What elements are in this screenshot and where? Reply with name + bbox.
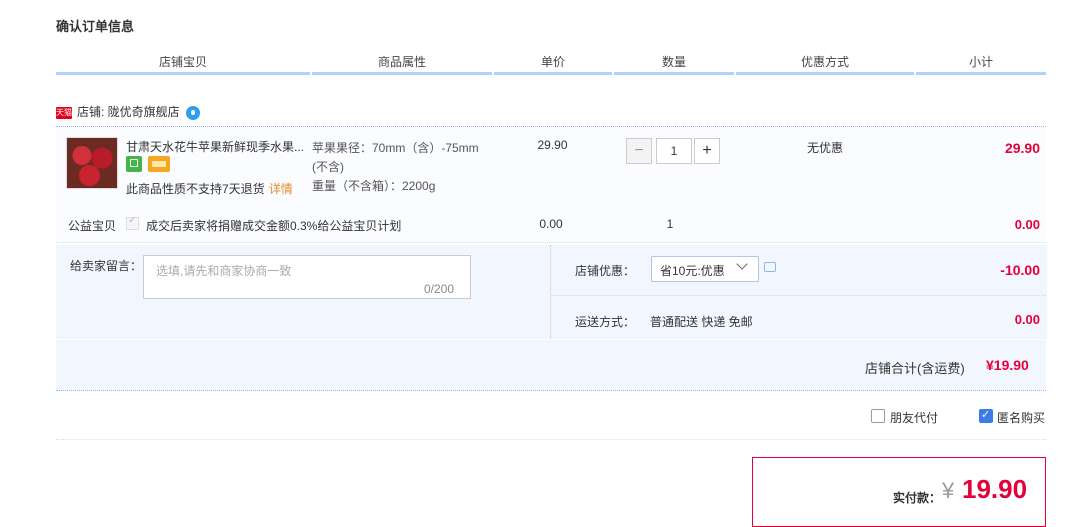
- item-subtotal: 29.90: [1004, 140, 1040, 156]
- quality-badge-icon: [126, 156, 142, 172]
- shop-discount-selected: 省10元:优惠: [660, 264, 725, 278]
- tmall-icon: 天猫: [56, 106, 72, 119]
- shop-row: 天猫 店铺: 陇优奇旗舰店: [56, 103, 200, 121]
- shipping-method: 普通配送 快递 免邮: [650, 315, 753, 329]
- col-header-promotion: 优惠方式: [736, 52, 914, 75]
- anonymous-label[interactable]: 匿名购买: [997, 409, 1045, 426]
- col-header-quantity: 数量: [614, 52, 734, 75]
- product-attributes: 苹果果径：70mm（含）-75mm (不含) 重量（不含箱）：2200g: [312, 139, 497, 196]
- friend-pay-checkbox[interactable]: [871, 409, 885, 423]
- shop-name[interactable]: 店铺: 陇优奇旗舰店: [77, 105, 180, 119]
- unit-price: 29.90: [537, 138, 568, 152]
- chevron-down-icon: [738, 262, 746, 270]
- payment-amount: 19.90: [962, 474, 1028, 504]
- charity-price: 0.00: [539, 217, 563, 231]
- attr-diameter-note: (不含): [312, 160, 344, 174]
- shop-discount-label: 店铺优惠：: [575, 264, 636, 278]
- wangwang-chat-icon[interactable]: [185, 105, 200, 120]
- attr-diameter: 苹果果径：70mm（含）-75mm: [312, 141, 479, 155]
- section-divider: [56, 439, 1046, 440]
- qty-minus-button[interactable]: −: [626, 138, 652, 164]
- message-char-counter: 0/200: [424, 282, 455, 296]
- product-thumbnail[interactable]: [66, 137, 118, 189]
- promotion-value: 无优惠: [806, 141, 843, 155]
- qty-plus-button[interactable]: +: [694, 138, 720, 164]
- anonymous-checkbox[interactable]: [979, 408, 993, 423]
- payment-currency: ¥: [942, 478, 955, 503]
- shop-total-label: 店铺合计(含运费): [865, 361, 965, 376]
- attr-weight: 重量（不含箱）：2200g: [312, 179, 436, 193]
- shop-total-amount: ¥19.90: [986, 357, 1029, 373]
- charity-label: 公益宝贝: [68, 219, 117, 233]
- charity-subtotal: 0.00: [1014, 217, 1040, 232]
- col-header-attributes: 商品属性: [312, 52, 492, 75]
- col-header-subtotal: 小计: [916, 52, 1046, 75]
- message-bubble-icon[interactable]: [764, 262, 776, 272]
- message-placeholder: 选填,请先和商家协商一致: [156, 264, 292, 278]
- charity-checkbox: [126, 215, 139, 230]
- no-return-notice: 此商品性质不支持7天退货 详情: [126, 180, 293, 197]
- detail-link[interactable]: 详情: [269, 182, 293, 196]
- charity-quantity: 1: [666, 217, 674, 231]
- product-name[interactable]: 甘肃天水花牛苹果新鲜现季水果...: [126, 138, 308, 155]
- no-return-text: 此商品性质不支持7天退货: [126, 182, 265, 196]
- shop-discount-amount: -10.00: [1000, 262, 1040, 278]
- payment-label: 实付款：: [893, 491, 942, 505]
- shipping-label: 运送方式：: [575, 315, 636, 329]
- charity-text: 成交后卖家将捐赠成交金额0.3%给公益宝贝计划: [146, 219, 402, 233]
- message-label: 给卖家留言：: [70, 259, 143, 273]
- page-title: 确认订单信息: [56, 19, 135, 34]
- friend-pay-label[interactable]: 朋友代付: [890, 409, 938, 426]
- shipping-divider: [551, 295, 1046, 296]
- qty-input[interactable]: 1: [656, 138, 692, 164]
- table-header: 店铺宝贝 商品属性 单价 数量 优惠方式 小计: [56, 52, 1046, 75]
- col-header-shop-item: 店铺宝贝: [56, 52, 310, 75]
- credit-card-icon: [148, 156, 170, 172]
- col-header-unit-price: 单价: [494, 52, 612, 75]
- shipping-amount: 0.00: [1014, 312, 1040, 327]
